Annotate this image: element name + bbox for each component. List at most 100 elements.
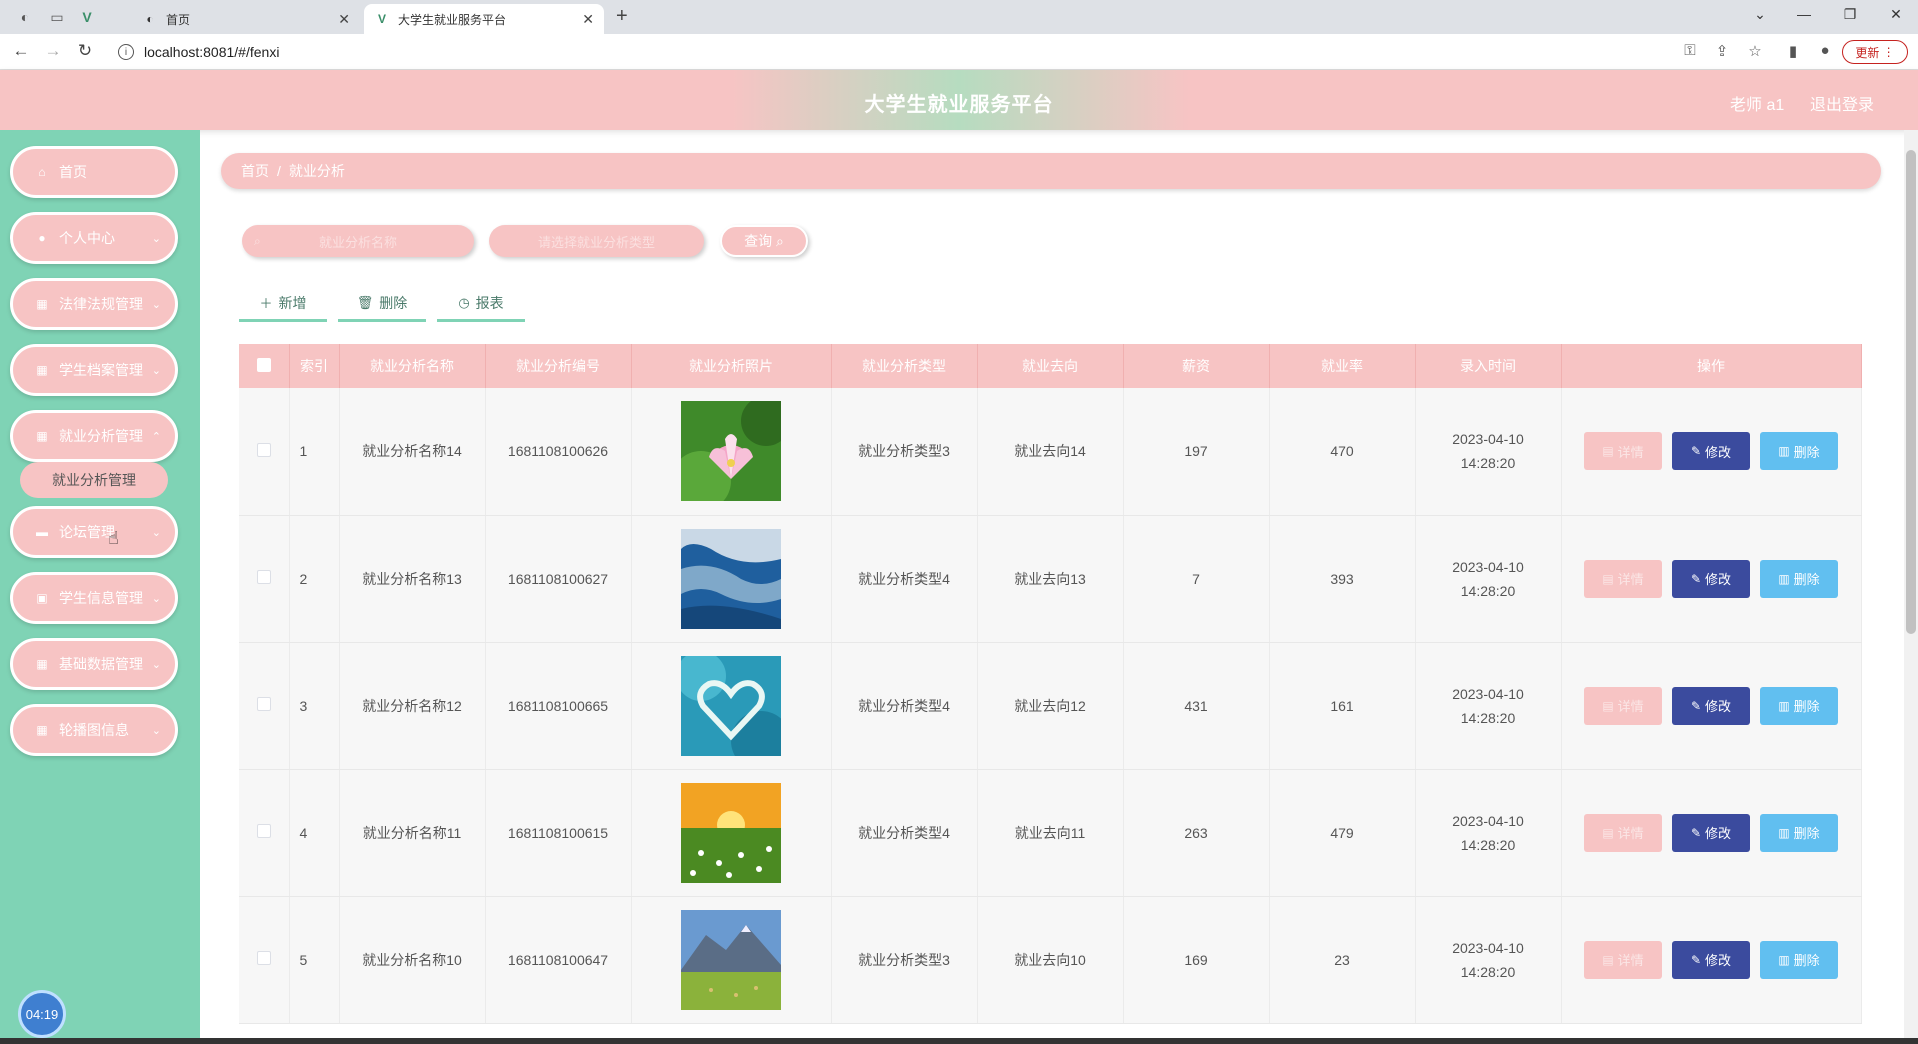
- share-icon[interactable]: ⇪: [1712, 42, 1732, 60]
- sidebar-item-profile[interactable]: ● 个人中心 ⌄: [10, 212, 178, 264]
- url-field[interactable]: i localhost:8081/#/fenxi: [108, 38, 1678, 66]
- browser-tab-active[interactable]: V 大学生就业服务平台 ✕: [364, 4, 604, 34]
- app-header: 大学生就业服务平台 老师 a1 退出登录: [0, 70, 1918, 130]
- forward-icon[interactable]: →: [42, 41, 64, 61]
- sidebar-subitem-employment-analysis[interactable]: 就业分析管理: [20, 462, 168, 498]
- breadcrumb: 首页 / 就业分析: [221, 153, 1881, 189]
- profile-icon[interactable]: ●: [1815, 42, 1835, 59]
- close-icon[interactable]: ✕: [338, 11, 350, 28]
- delete-button[interactable]: ▥ 删除: [1760, 559, 1838, 598]
- sidebar-item-carousel[interactable]: ▦ 轮播图信息 ⌄: [10, 704, 178, 756]
- blank-tab-icon[interactable]: ▭: [48, 8, 66, 26]
- sidebar-item-employment-analysis[interactable]: ▦ 就业分析管理 ⌃: [10, 410, 178, 462]
- detail-button[interactable]: ▤ 详情: [1584, 940, 1662, 979]
- trash-icon: ▥: [1778, 952, 1790, 967]
- edit-button[interactable]: ✎ 修改: [1672, 432, 1750, 471]
- row-select-cell[interactable]: [239, 515, 290, 643]
- edit-button[interactable]: ✎ 修改: [1672, 813, 1750, 852]
- close-icon[interactable]: ✕: [582, 11, 594, 28]
- info-icon[interactable]: i: [118, 44, 134, 60]
- table-row[interactable]: 2 就业分析名称13 1681108100627 就业分析类型4 就业去向13 7 393 2…: [239, 515, 1862, 643]
- select-all-cell[interactable]: [239, 344, 290, 388]
- salary-cell: 7: [1123, 515, 1270, 643]
- employment-photo[interactable]: [681, 528, 781, 629]
- row-checkbox[interactable]: [256, 951, 271, 965]
- back-icon[interactable]: ←: [10, 41, 32, 61]
- type-select[interactable]: 请选择就业分析类型: [489, 225, 704, 257]
- new-tab-icon[interactable]: +: [616, 5, 628, 28]
- delete-button[interactable]: ▥ 删除: [1760, 940, 1838, 979]
- sidebar-item-student-archive[interactable]: ▦ 学生档案管理 ⌄: [10, 344, 178, 396]
- column-header: 就业分析编号: [485, 344, 632, 388]
- sidebar-item-home[interactable]: ⌂ 首页: [10, 146, 178, 198]
- update-button[interactable]: 更新 ⋮: [1842, 40, 1908, 64]
- sidebar-item-base-data[interactable]: ▦ 基础数据管理 ⌄: [10, 638, 178, 690]
- row-checkbox[interactable]: [256, 442, 271, 457]
- edit-button[interactable]: ✎ 修改: [1672, 940, 1750, 979]
- sidebar-item-forum[interactable]: ▬ 论坛管理 ⌄: [10, 506, 178, 558]
- window-close-icon[interactable]: ✕: [1886, 6, 1906, 23]
- delete-button[interactable]: ▥ 删除: [1760, 813, 1838, 852]
- name-search-input[interactable]: ⌕ 就业分析名称: [242, 225, 474, 257]
- reload-icon[interactable]: ↻: [74, 41, 96, 61]
- select-placeholder: 请选择就业分析类型: [537, 234, 655, 250]
- chevron-down-icon: ⌄: [151, 232, 161, 245]
- table-row[interactable]: 1 就业分析名称14 1681108100626 就业分析类型3 就业去向14 197 47…: [239, 388, 1862, 516]
- table-row[interactable]: 4 就业分析名称11 1681108100615 就业分析类型4 就业去向11 263 47…: [239, 769, 1862, 897]
- row-checkbox[interactable]: [256, 697, 271, 711]
- edit-button[interactable]: ✎ 修改: [1672, 559, 1750, 598]
- search-button[interactable]: 查询 ⌕: [720, 225, 808, 257]
- salary-cell: 431: [1123, 642, 1270, 770]
- globe-icon: ◐: [146, 12, 154, 26]
- key-icon[interactable]: ⚿: [1680, 42, 1700, 59]
- employment-photo[interactable]: [676, 650, 791, 771]
- employment-photo[interactable]: [681, 909, 781, 1010]
- employment-photo[interactable]: [681, 782, 781, 883]
- batch-delete-button[interactable]: 🗑︎ 删除: [338, 286, 426, 322]
- breadcrumb-home[interactable]: 首页: [241, 161, 269, 181]
- report-button[interactable]: ◷ 报表: [437, 286, 525, 322]
- delete-button[interactable]: ▥ 删除: [1760, 432, 1838, 471]
- table-row[interactable]: 5 就业分析名称10 1681108100647 就业分析类型3 就业去向10 169 23…: [239, 896, 1862, 1024]
- row-select-cell[interactable]: [239, 896, 290, 1024]
- restore-icon[interactable]: ❐: [1840, 6, 1860, 23]
- minimize-icon[interactable]: —: [1794, 6, 1814, 22]
- operations-cell: ▤ 详情 ✎ 修改 ▥ 删除: [1561, 515, 1862, 643]
- sidebar-item-student-info[interactable]: ▣ 学生信息管理 ⌄: [10, 572, 178, 624]
- detail-button[interactable]: ▤ 详情: [1584, 813, 1662, 852]
- globe-icon[interactable]: ◐: [16, 8, 34, 26]
- employment-photo[interactable]: [671, 396, 791, 512]
- column-header: 录入时间: [1415, 344, 1562, 388]
- edit-label: 修改: [1705, 572, 1732, 587]
- edit-button[interactable]: ✎ 修改: [1672, 686, 1750, 725]
- briefcase-icon: ▣: [36, 591, 48, 605]
- vue-logo-icon[interactable]: V: [78, 8, 96, 26]
- row-checkbox[interactable]: [256, 824, 271, 838]
- sidepanel-icon[interactable]: ▮: [1783, 42, 1803, 60]
- clock-widget[interactable]: 04:19: [18, 990, 66, 1038]
- table-header-row: 索引 就业分析名称 就业分析编号 就业分析照片 就业分析类型 就业去向 薪资 就…: [239, 344, 1862, 388]
- chevron-down-icon[interactable]: ⌄: [1750, 6, 1770, 23]
- select-all-checkbox[interactable]: [256, 357, 271, 372]
- url-text: localhost:8081/#/fenxi: [144, 44, 280, 60]
- row-select-cell[interactable]: [239, 769, 290, 897]
- current-user[interactable]: 老师 a1: [1730, 91, 1784, 115]
- detail-button[interactable]: ▤ 详情: [1584, 559, 1662, 598]
- row-select-cell[interactable]: [239, 388, 290, 516]
- detail-button[interactable]: ▤ 详情: [1584, 432, 1662, 471]
- table-row[interactable]: 3 就业分析名称12 1681108100665 就业分析类型4 就业去向12 431 16…: [239, 642, 1862, 771]
- row-checkbox[interactable]: [256, 570, 271, 584]
- add-button[interactable]: ＋ 新增: [239, 286, 327, 322]
- detail-button[interactable]: ▤ 详情: [1584, 686, 1662, 725]
- photo-cell: [631, 896, 832, 1024]
- bottom-scrollbar[interactable]: [0, 1038, 1918, 1044]
- row-select-cell[interactable]: [239, 642, 290, 770]
- sidebar-item-laws[interactable]: ▦ 法律法规管理 ⌄: [10, 278, 178, 330]
- browser-tab-home[interactable]: ◐ 首页 ✕: [132, 4, 360, 34]
- destination-cell: 就业去向14: [977, 388, 1124, 516]
- scrollbar-thumb[interactable]: [1906, 150, 1916, 634]
- logout-link[interactable]: 退出登录: [1810, 91, 1874, 115]
- salary-cell: 197: [1123, 388, 1270, 516]
- star-icon[interactable]: ☆: [1745, 42, 1765, 60]
- delete-button[interactable]: ▥ 删除: [1760, 686, 1838, 725]
